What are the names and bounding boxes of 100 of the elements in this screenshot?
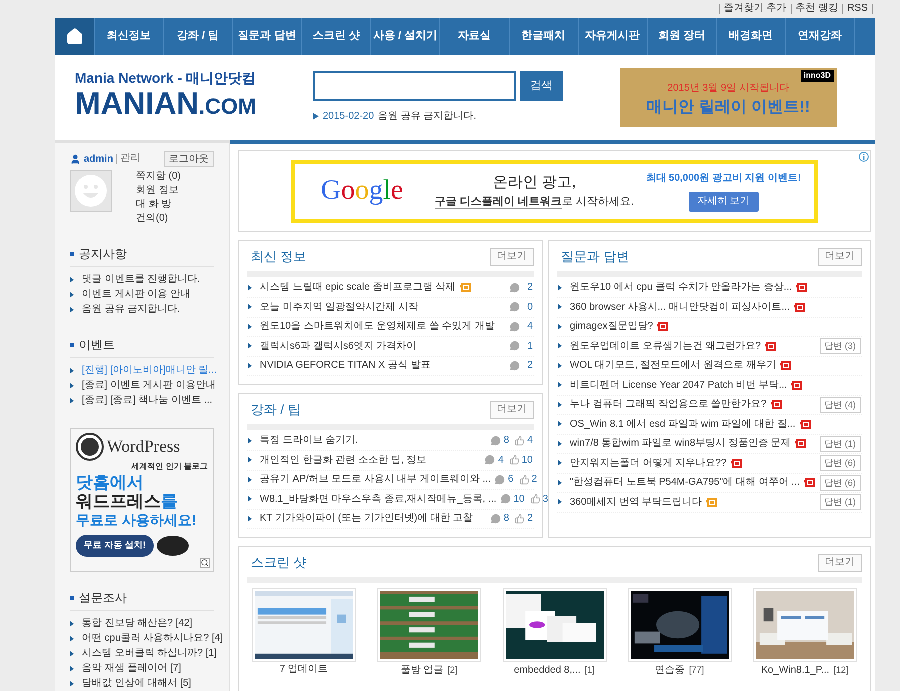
top-link[interactable]: 즐겨찾기 추가	[718, 4, 791, 14]
post-link[interactable]: W8.1_바탕화면 마우스우측 종료,재시작메뉴_등록, ...	[260, 492, 497, 507]
logo-tagline: Mania Network - 매니안닷컴	[75, 69, 258, 88]
survey-link[interactable]: 어떤 cpu쿨러 사용하시나요? [4]	[82, 631, 224, 646]
nav-tab[interactable]: 사용 / 설치기	[371, 18, 440, 55]
top-link[interactable]: 추천 랭킹	[790, 4, 842, 14]
answer-count: 답변 (1)	[820, 436, 861, 452]
sidebar-link[interactable]: 음원 공유 금지합니다.	[82, 302, 180, 317]
nav-tab[interactable]: 자료실	[440, 18, 510, 55]
ad-promo: 최대 50,000원 광고비 지원 이벤트!	[646, 172, 802, 186]
post-link[interactable]: 윈도10을 스마트워치에도 운영체제로 쓸 수있게 개발	[260, 319, 496, 334]
post-link[interactable]: 오늘 미주지역 일광절약시간제 시작	[260, 300, 418, 315]
screenshot-title[interactable]: 7 업데이트	[280, 664, 328, 674]
panel-title: 강좌 / 팁	[251, 401, 301, 419]
question-link[interactable]: 360메세지 번역 부탁드립니다	[570, 494, 702, 510]
member-link[interactable]: 건의(0)	[136, 212, 181, 226]
post-link[interactable]: 공유기 AP/허브 모드로 사용시 내부 게이트웨이와 ...	[260, 472, 492, 488]
comment-count: [12]	[834, 664, 849, 674]
nav-tab[interactable]: 최신정보	[95, 18, 164, 55]
screenshot-title[interactable]: Ko_Win8.1_P...	[761, 664, 830, 676]
post-link[interactable]: 갤럭시s6과 갤럭시s6엣지 가격차이	[260, 338, 417, 354]
nav-tab[interactable]: 강좌 / 팁	[164, 18, 234, 55]
banner-title: 매니안 릴레이 이벤트!!	[646, 98, 810, 118]
comment-count: 4	[498, 454, 504, 468]
ad-headline: 닷홈에서	[76, 473, 145, 492]
post-link[interactable]: KT 기가와이파이 (또는 기가인터넷)에 대한 고찰	[260, 511, 474, 526]
post-link[interactable]: 시스템 느릴때 epic scale 좀비프로그램 삭제	[260, 280, 456, 296]
question-link[interactable]: gimagex질문입당?	[570, 319, 654, 334]
post-link[interactable]: 개인적인 한글화 관련 소소한 팁, 정보	[260, 452, 427, 468]
answer-count: 답변 (6)	[820, 474, 861, 491]
question-link[interactable]: 360 browser 사용시... 매니안닷컴이 피싱사이트...	[570, 300, 790, 315]
more-button[interactable]: 더보기	[818, 248, 862, 266]
nav-tab[interactable]: 자유게시판	[578, 18, 648, 55]
comment-count: 0	[526, 300, 533, 315]
comment-count: 2	[526, 359, 533, 374]
survey-link[interactable]: 담배값 인상에 대해서 [5]	[82, 676, 192, 691]
question-link[interactable]: 윈도우업데이트 오류생기는건 왜그런가요?	[570, 338, 762, 354]
answer-count: 답변 (4)	[820, 396, 861, 413]
install-button[interactable]: 무료 자동 설치!	[76, 535, 154, 557]
question-link[interactable]: 안지워지는폴더 어떻게 지우나요??	[570, 456, 727, 471]
panel-title: 최신 정보	[251, 248, 307, 266]
nav-tab[interactable]: 한글패치	[510, 18, 579, 55]
question-link[interactable]: win7/8 통합wim 파일로 win8부팅시 정품인증 문제	[570, 436, 792, 452]
section-title: 설문조사	[79, 590, 127, 606]
sidebar-link[interactable]: [진행] [아이노비아]매니안 릴...	[82, 363, 218, 378]
sidebar-link[interactable]: 이벤트 게시판 이용 안내	[82, 287, 190, 302]
like-count: 10	[522, 454, 533, 468]
screenshot-title[interactable]: embedded 8,...	[514, 664, 581, 676]
notice-date: 2015-02-20	[323, 110, 374, 124]
sidebar-link[interactable]: [종료] 이벤트 게시판 이용안내	[82, 378, 216, 393]
logout-button[interactable]: 로그아웃	[164, 151, 214, 167]
panel-title: 질문과 답변	[561, 248, 630, 266]
comment-count: 6	[508, 473, 514, 488]
ad-headline: 무료로 사용하세요!	[76, 511, 198, 530]
top-link[interactable]: RSS	[842, 4, 872, 14]
comment-count: 4	[526, 320, 533, 334]
section-title: 이벤트	[79, 337, 115, 353]
like-count: 4	[527, 434, 533, 448]
section-title: 공지사항	[79, 246, 127, 262]
sidebar-link[interactable]: [종료] [종료] 책나눔 이벤트 ...	[82, 393, 213, 408]
answer-count: 답변 (1)	[820, 494, 861, 510]
question-link[interactable]: WOL 대기모드, 절전모드에서 원격으로 깨우기	[570, 358, 776, 374]
survey-link[interactable]: 음악 재생 플레이어 [7]	[82, 661, 182, 676]
survey-link[interactable]: 시스템 오버클럭 하십니까? [1]	[82, 646, 218, 661]
screenshot-title[interactable]: 풀방 업글	[400, 664, 444, 676]
screenshot-title[interactable]: 연습중	[655, 664, 686, 676]
question-link[interactable]: 누나 컴퓨터 그래픽 작업용으로 쓸만한가요?	[570, 397, 767, 412]
details-button[interactable]: 자세히 보기	[688, 192, 759, 212]
sidebar-link[interactable]: 댓글 이벤트를 진행합니다.	[82, 272, 200, 287]
ad-headline: 워드프레스를	[76, 492, 179, 511]
member-link[interactable]: 쪽지함 (0)	[136, 170, 181, 184]
username-link[interactable]: admin	[84, 152, 116, 166]
comment-count: [77]	[689, 664, 704, 674]
question-link[interactable]: 비트디펜더 License Year 2047 Patch 비번 부탁...	[570, 378, 788, 393]
more-button[interactable]: 더보기	[818, 554, 862, 572]
survey-link[interactable]: 통합 진보당 해산은? [42]	[82, 616, 193, 631]
notice-link[interactable]: 음원 공유 금지합니다.	[378, 109, 476, 124]
nav-tab[interactable]: 스크린 샷	[302, 18, 372, 55]
more-button[interactable]: 더보기	[490, 400, 534, 419]
hosting-ad[interactable]: WordPress 세계적인 인기 블로그 닷홈에서 워드프레스를 무료로 사용하세요! 무료 자동 설치!	[70, 428, 214, 572]
answer-count: 답변 (3)	[820, 338, 861, 354]
nav-tab[interactable]: 회원 장터	[648, 18, 717, 55]
question-link[interactable]: 윈도우10 에서 cpu 클럭 수치가 안올라가는 증상...	[570, 280, 792, 296]
google-logo: Google	[321, 174, 404, 208]
question-link[interactable]: OS_Win 8.1 에서 esd 파일과 wim 파일에 대한 질...	[570, 416, 796, 432]
display-ad[interactable]: Google 온라인 광고, 구글 디스플레이 네트워크로 시작하세요. 최대 50,000원 광고비 지원 이벤트! 자세히 보기	[291, 160, 818, 222]
nav-tab[interactable]: 연재강좌	[786, 18, 856, 55]
member-link[interactable]: 대 화 방	[136, 198, 181, 212]
member-link[interactable]: 회원 정보	[136, 184, 181, 198]
post-link[interactable]: 특정 드라이브 숨기기.	[260, 433, 358, 448]
like-count: 3	[542, 492, 548, 507]
nav-tab[interactable]: 질문과 답변	[233, 18, 302, 55]
question-link[interactable]: "한성컴퓨터 노트북 P54M-GA795"에 대해 여쭈어 ...	[570, 475, 800, 490]
more-button[interactable]: 더보기	[490, 248, 534, 266]
ad-brand: WordPress	[107, 436, 180, 458]
search-button[interactable]: 검색	[520, 71, 563, 101]
post-link[interactable]: NVIDIA GEFORCE TITAN X 공식 발표	[260, 358, 431, 374]
event-banner[interactable]: inno3D 2015년 3월 9일 시작됩니다 매니안 릴레이 이벤트!!	[620, 68, 837, 127]
nav-tab[interactable]: 배경화면	[716, 18, 786, 55]
admin-link[interactable]: 관리	[116, 154, 140, 164]
